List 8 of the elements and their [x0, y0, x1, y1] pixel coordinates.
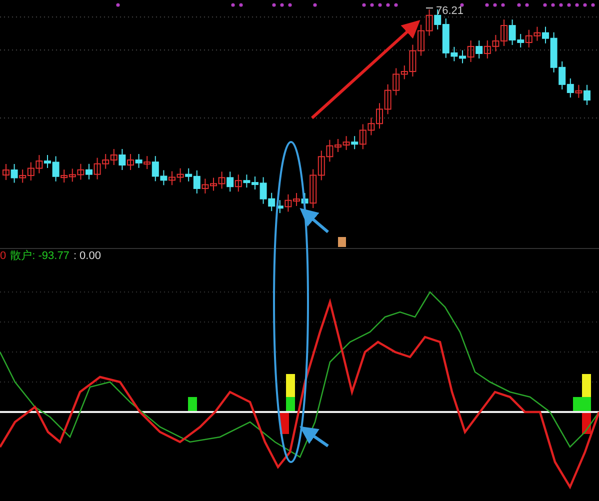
pointer-arrow: [300, 208, 329, 234]
indicator-legend-label: 散户: -93.77: [10, 249, 70, 262]
pointer-arrow: [300, 426, 329, 448]
indicator-prefix: 0: [0, 249, 6, 262]
signal-bar: [188, 397, 197, 412]
high-price-label: 76.21: [436, 5, 464, 17]
signal-icon: [338, 237, 346, 247]
indicator-legend-value: : 0.00: [73, 249, 101, 262]
